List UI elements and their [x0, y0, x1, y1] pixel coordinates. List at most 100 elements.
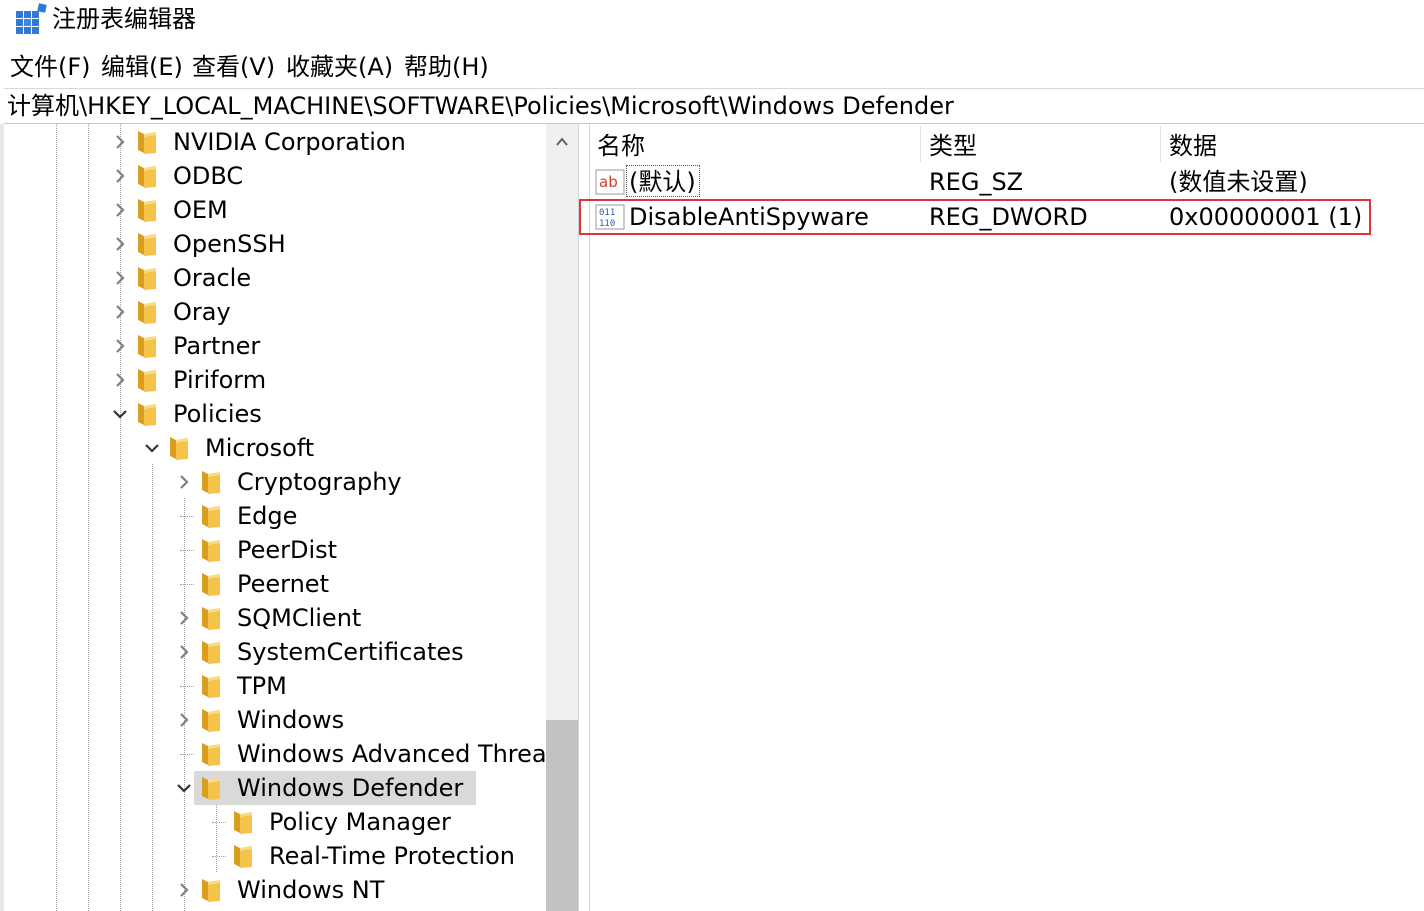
- tree-item-windows-advanced-threat[interactable]: Windows Advanced Threat: [4, 737, 546, 771]
- tree-item-policy-manager[interactable]: Policy Manager: [4, 805, 546, 839]
- folder-icon: [202, 539, 220, 562]
- tree-item-peerdist[interactable]: PeerDist: [4, 533, 546, 567]
- tree-item-label: Windows Advanced Threat: [237, 740, 546, 768]
- folder-icon: [138, 165, 156, 188]
- menu-view[interactable]: 查看(V): [192, 48, 275, 86]
- tree-item-label: Peernet: [237, 570, 329, 598]
- address-bar[interactable]: 计算机\HKEY_LOCAL_MACHINE\SOFTWARE\Policies…: [4, 88, 1424, 124]
- tree-item-label: NVIDIA Corporation: [173, 128, 406, 156]
- folder-icon: [202, 641, 220, 664]
- tree-connector: [180, 754, 194, 755]
- folder-icon: [202, 743, 220, 766]
- chevron-right-icon[interactable]: [112, 372, 128, 388]
- chevron-right-icon[interactable]: [112, 338, 128, 354]
- chevron-right-icon[interactable]: [112, 270, 128, 286]
- folder-icon: [138, 233, 156, 256]
- chevron-right-icon[interactable]: [112, 236, 128, 252]
- chevron-right-icon[interactable]: [176, 644, 192, 660]
- tree-item-label: Edge: [237, 502, 298, 530]
- tree-item-piriform[interactable]: Piriform: [4, 363, 546, 397]
- tree-item-openssh[interactable]: OpenSSH: [4, 227, 546, 261]
- tree-connector: [180, 516, 194, 517]
- key-tree-pane[interactable]: NVIDIA Corporation ODBC OEM OpenSSH Oracle Or…: [4, 124, 546, 911]
- tree-item-tpm[interactable]: TPM: [4, 669, 546, 703]
- chevron-down-icon[interactable]: [144, 440, 160, 456]
- menu-bar: 文件(F) 编辑(E) 查看(V) 收藏夹(A) 帮助(H): [0, 48, 1424, 86]
- column-header-data[interactable]: 数据: [1169, 128, 1217, 164]
- folder-icon: [234, 811, 252, 834]
- tree-item-label: Piriform: [173, 366, 267, 394]
- folder-icon: [202, 573, 220, 596]
- address-path[interactable]: 计算机\HKEY_LOCAL_MACHINE\SOFTWARE\Policies…: [7, 89, 954, 123]
- tree-item-cryptography[interactable]: Cryptography: [4, 465, 546, 499]
- tree-item-label: ODBC: [173, 162, 244, 190]
- menu-favorites[interactable]: 收藏夹(A): [286, 48, 393, 86]
- tree-item-oracle[interactable]: Oracle: [4, 261, 546, 295]
- pane-splitter[interactable]: [578, 124, 590, 911]
- chevron-down-icon[interactable]: [176, 780, 192, 796]
- column-separator[interactable]: [920, 126, 921, 162]
- tree-item-windows-defender[interactable]: Windows Defender: [4, 771, 546, 805]
- chevron-down-icon[interactable]: [112, 406, 128, 422]
- folder-icon: [138, 199, 156, 222]
- folder-icon: [138, 267, 156, 290]
- chevron-right-icon[interactable]: [176, 712, 192, 728]
- tree-item-label: Windows: [237, 706, 345, 734]
- chevron-right-icon[interactable]: [176, 610, 192, 626]
- chevron-right-icon[interactable]: [112, 134, 128, 150]
- svg-text:ab: ab: [599, 173, 618, 191]
- chevron-right-icon[interactable]: [112, 168, 128, 184]
- tree-item-windows-nt[interactable]: Windows NT: [4, 873, 546, 907]
- value-row-default[interactable]: ab (默认) REG_SZ (数值未设置): [590, 165, 1424, 199]
- column-header-type[interactable]: 类型: [929, 128, 977, 164]
- column-header-name[interactable]: 名称: [597, 128, 645, 164]
- tree-connector: [180, 686, 194, 687]
- tree-connector: [180, 584, 194, 585]
- title-bar: 注册表编辑器: [0, 0, 1424, 40]
- tree-item-label: PeerDist: [237, 536, 338, 564]
- folder-icon: [138, 369, 156, 392]
- scroll-up-icon[interactable]: [554, 134, 570, 150]
- tree-item-oray[interactable]: Oray: [4, 295, 546, 329]
- registry-editor-icon: [16, 3, 47, 34]
- values-list-pane[interactable]: 名称 类型 数据 ab (默认) REG_SZ (数值未设置) 011 110 Disabl…: [590, 124, 1424, 911]
- tree-item-sqmclient[interactable]: SQMClient: [4, 601, 546, 635]
- folder-icon: [202, 709, 220, 732]
- tree-item-edge[interactable]: Edge: [4, 499, 546, 533]
- folder-icon: [202, 505, 220, 528]
- tree-item-label: Policy Manager: [269, 808, 451, 836]
- folder-icon: [138, 403, 156, 426]
- tree-item-policies[interactable]: Policies: [4, 397, 546, 431]
- tree-item-label: Real-Time Protection: [269, 842, 515, 870]
- tree-item-label: TPM: [237, 672, 287, 700]
- tree-item-systemcertificates[interactable]: SystemCertificates: [4, 635, 546, 669]
- folder-icon: [202, 471, 220, 494]
- chevron-right-icon[interactable]: [176, 474, 192, 490]
- tree-item-label: Cryptography: [237, 468, 402, 496]
- tree-item-oem[interactable]: OEM: [4, 193, 546, 227]
- tree-scrollbar[interactable]: [546, 124, 578, 911]
- chevron-right-icon[interactable]: [112, 202, 128, 218]
- tree-connector: [212, 856, 226, 857]
- tree-item-label: Oray: [173, 298, 231, 326]
- tree-item-microsoft[interactable]: Microsoft: [4, 431, 546, 465]
- tree-item-label: SQMClient: [237, 604, 362, 632]
- tree-item-peernet[interactable]: Peernet: [4, 567, 546, 601]
- tree-item-windows[interactable]: Windows: [4, 703, 546, 737]
- tree-item-real-time-protection[interactable]: Real-Time Protection: [4, 839, 546, 873]
- folder-icon: [202, 777, 220, 800]
- scroll-thumb[interactable]: [546, 720, 578, 911]
- chevron-right-icon[interactable]: [112, 304, 128, 320]
- column-separator[interactable]: [1160, 126, 1161, 162]
- tree-connector: [180, 550, 194, 551]
- chevron-right-icon[interactable]: [176, 882, 192, 898]
- tree-item-partner[interactable]: Partner: [4, 329, 546, 363]
- folder-icon: [234, 845, 252, 868]
- menu-file[interactable]: 文件(F): [10, 48, 91, 86]
- menu-edit[interactable]: 编辑(E): [101, 48, 183, 86]
- tree-item-label: OpenSSH: [173, 230, 286, 258]
- tree-item-odbc[interactable]: ODBC: [4, 159, 546, 193]
- value-name-cell: (默认): [629, 168, 696, 196]
- menu-help[interactable]: 帮助(H): [404, 48, 489, 86]
- tree-item-nvidia-corporation[interactable]: NVIDIA Corporation: [4, 125, 546, 159]
